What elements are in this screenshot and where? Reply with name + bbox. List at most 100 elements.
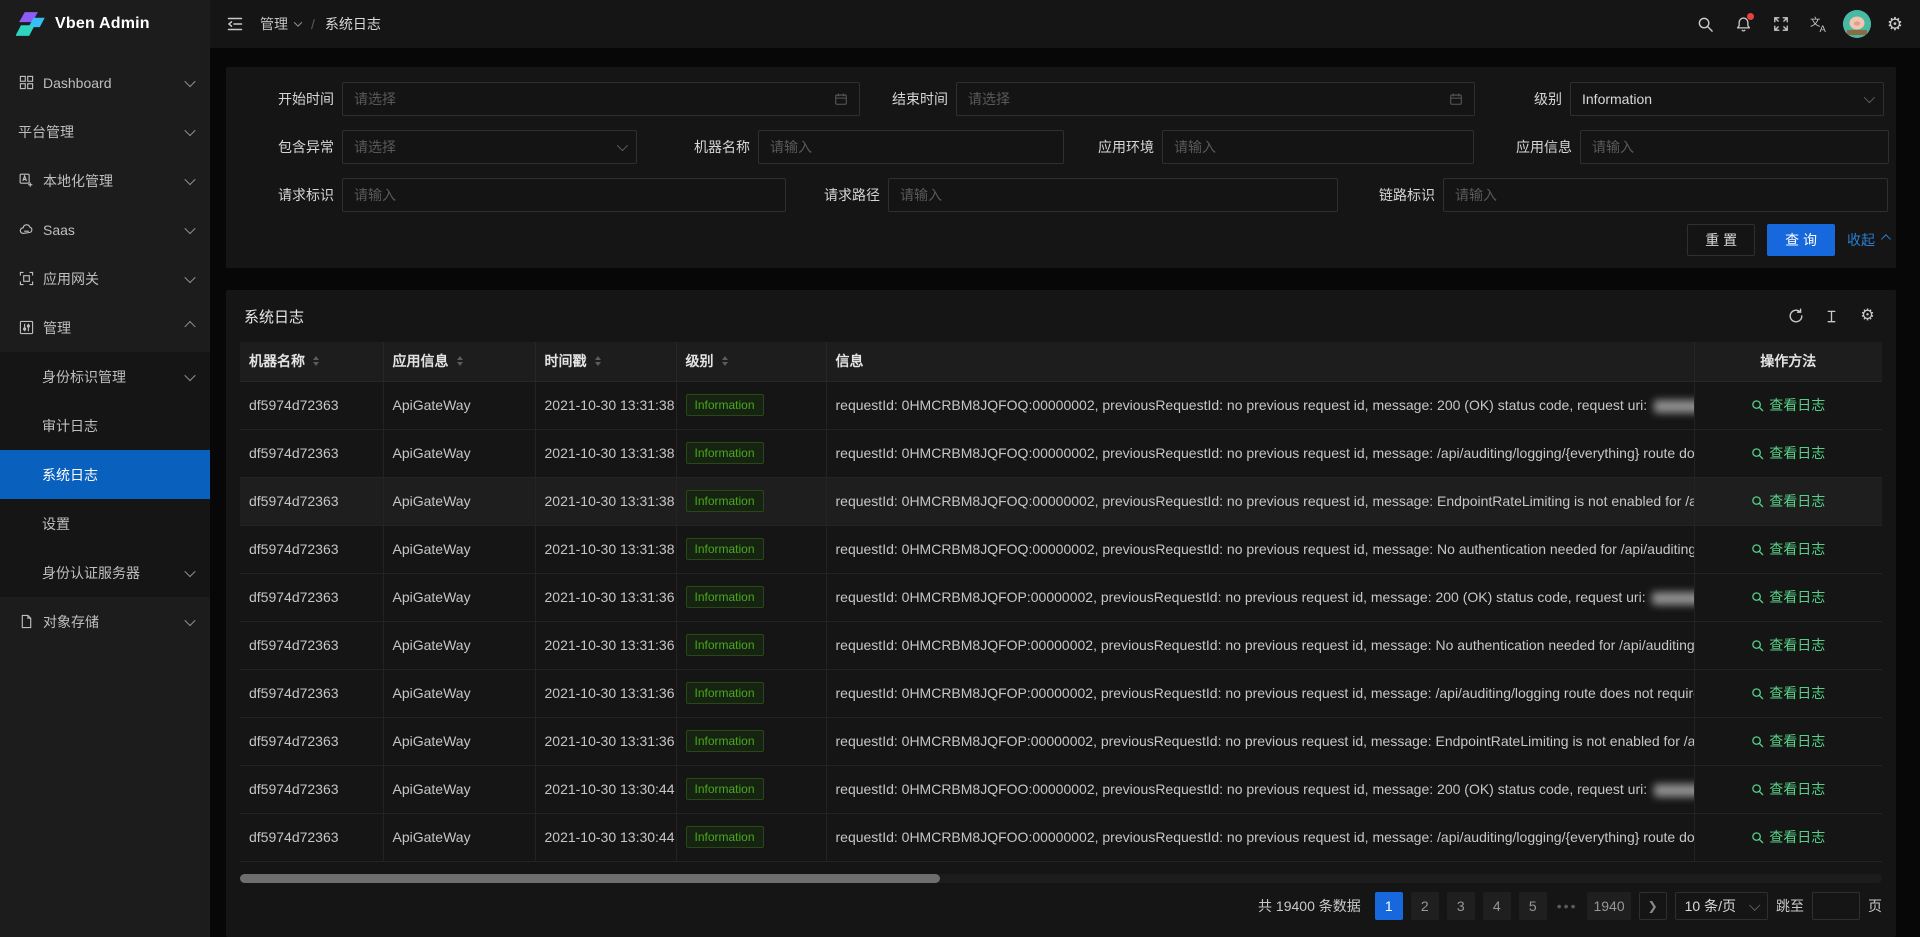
fullscreen-icon[interactable] bbox=[1762, 0, 1800, 48]
table-row: df5974d72363 ApiGateWay 2021-10-30 13:31… bbox=[240, 621, 1882, 669]
svg-text:A: A bbox=[1819, 24, 1826, 34]
trace-id-input[interactable]: 请输入 bbox=[1443, 178, 1888, 212]
refresh-icon[interactable] bbox=[1787, 308, 1804, 325]
view-log-link[interactable]: 查看日志 bbox=[1751, 731, 1825, 751]
collapse-link[interactable]: 收起 bbox=[1847, 230, 1888, 250]
sidebar: Vben Admin Dashboard 平台管理 本地化管理 Saas 应用网… bbox=[0, 0, 210, 937]
sidebar-item[interactable]: Saas bbox=[0, 205, 210, 254]
level-badge: Information bbox=[686, 538, 764, 560]
notification-bell-icon[interactable] bbox=[1724, 0, 1762, 48]
page-button[interactable]: 4 bbox=[1483, 892, 1511, 920]
column-settings-icon[interactable]: ⚙ bbox=[1859, 308, 1876, 325]
sidebar-item[interactable]: 身份标识管理 bbox=[0, 352, 210, 401]
message-cell: requestId: 0HMCRBM8JQFOO:00000002, previ… bbox=[826, 765, 1694, 813]
view-log-link[interactable]: 查看日志 bbox=[1751, 539, 1825, 559]
request-id-input[interactable]: 请输入 bbox=[342, 178, 786, 212]
column-header[interactable]: 时间戳 bbox=[535, 342, 676, 381]
start-time-input[interactable]: 请选择 bbox=[342, 82, 860, 116]
sidebar-item[interactable]: 应用网关 bbox=[0, 254, 210, 303]
app-env-input[interactable]: 请输入 bbox=[1162, 130, 1474, 164]
level-badge: Information bbox=[686, 490, 764, 512]
sidebar-item[interactable]: 平台管理 bbox=[0, 107, 210, 156]
sidebar-item[interactable]: 系统日志 bbox=[0, 450, 210, 499]
page-button[interactable]: 1 bbox=[1375, 892, 1403, 920]
sort-carets-icon[interactable] bbox=[313, 356, 319, 366]
sidebar-item[interactable]: 审计日志 bbox=[0, 401, 210, 450]
table-row: df5974d72363 ApiGateWay 2021-10-30 13:30… bbox=[240, 765, 1882, 813]
search-icon bbox=[1751, 399, 1764, 412]
sort-carets-icon[interactable] bbox=[722, 356, 728, 366]
user-avatar[interactable] bbox=[1838, 0, 1876, 48]
view-log-link[interactable]: 查看日志 bbox=[1751, 635, 1825, 655]
page-button[interactable]: 1940 bbox=[1587, 892, 1630, 920]
settings-gear-icon[interactable]: ⚙ bbox=[1876, 0, 1914, 48]
scrollbar-thumb[interactable] bbox=[240, 874, 940, 883]
view-log-link[interactable]: 查看日志 bbox=[1751, 683, 1825, 703]
breadcrumb-root[interactable]: 管理 bbox=[260, 14, 301, 34]
sidebar-item[interactable]: 管理 bbox=[0, 303, 210, 352]
view-log-link[interactable]: 查看日志 bbox=[1751, 395, 1825, 415]
timestamp-cell: 2021-10-30 13:30:44 bbox=[535, 813, 676, 861]
timestamp-cell: 2021-10-30 13:30:44 bbox=[535, 765, 676, 813]
page-button[interactable]: 3 bbox=[1447, 892, 1475, 920]
machine-name-cell: df5974d72363 bbox=[240, 573, 383, 621]
column-header[interactable]: 应用信息 bbox=[383, 342, 535, 381]
machine-name-input[interactable]: 请输入 bbox=[758, 130, 1064, 164]
chevron-up-icon bbox=[1881, 234, 1891, 244]
total-count: 共 19400 条数据 bbox=[1258, 896, 1361, 916]
sidebar-item[interactable]: 身份认证服务器 bbox=[0, 548, 210, 597]
jump-page-input[interactable] bbox=[1812, 892, 1860, 920]
sidebar-item[interactable]: 对象存储 bbox=[0, 597, 210, 646]
filter-field-start-time: 开始时间 请选择 bbox=[246, 82, 860, 116]
app-info-input[interactable]: 请输入 bbox=[1580, 130, 1889, 164]
page-button[interactable]: 2 bbox=[1411, 892, 1439, 920]
breadcrumb-separator: / bbox=[311, 16, 315, 32]
page-list: 12345 ••• 1940 bbox=[1375, 892, 1631, 920]
machine-name-cell: df5974d72363 bbox=[240, 765, 383, 813]
filter-field-end-time: 结束时间 请选择 bbox=[862, 82, 1475, 116]
has-exception-select[interactable]: 请选择 bbox=[342, 130, 637, 164]
vben-logo-icon bbox=[16, 9, 46, 39]
search-button[interactable]: 查 询 bbox=[1767, 224, 1835, 256]
chevron-down-icon bbox=[184, 565, 195, 576]
sidebar-item[interactable]: 设置 bbox=[0, 499, 210, 548]
level-cell: Information bbox=[676, 813, 826, 861]
app-info-cell: ApiGateWay bbox=[383, 477, 535, 525]
chevron-down-icon bbox=[184, 124, 195, 135]
sort-carets-icon[interactable] bbox=[457, 356, 463, 366]
page-ellipsis[interactable]: ••• bbox=[1555, 898, 1580, 914]
translate-icon[interactable]: 文 A bbox=[1800, 0, 1838, 48]
column-header[interactable]: 机器名称 bbox=[240, 342, 383, 381]
message-cell: requestId: 0HMCRBM8JQFOP:00000002, previ… bbox=[826, 621, 1694, 669]
page-size-select[interactable]: 10 条/页 bbox=[1675, 892, 1768, 920]
action-cell: 查看日志 bbox=[1694, 381, 1882, 429]
reset-button[interactable]: 重 置 bbox=[1687, 224, 1755, 256]
view-log-link[interactable]: 查看日志 bbox=[1751, 587, 1825, 607]
row-height-icon[interactable] bbox=[1823, 308, 1840, 325]
page-button[interactable]: 5 bbox=[1519, 892, 1547, 920]
menu-fold-icon[interactable] bbox=[224, 13, 246, 35]
level-badge: Information bbox=[686, 682, 764, 704]
view-log-link[interactable]: 查看日志 bbox=[1751, 443, 1825, 463]
column-header[interactable]: 级别 bbox=[676, 342, 826, 381]
field-label: 应用信息 bbox=[1490, 137, 1572, 157]
level-select[interactable]: Information bbox=[1570, 82, 1884, 116]
request-path-input[interactable]: 请输入 bbox=[888, 178, 1338, 212]
sidebar-item[interactable]: Dashboard bbox=[0, 58, 210, 107]
search-icon[interactable] bbox=[1686, 0, 1724, 48]
app-info-cell: ApiGateWay bbox=[383, 381, 535, 429]
level-badge: Information bbox=[686, 730, 764, 752]
view-log-link[interactable]: 查看日志 bbox=[1751, 827, 1825, 847]
view-log-link[interactable]: 查看日志 bbox=[1751, 491, 1825, 511]
view-log-link[interactable]: 查看日志 bbox=[1751, 779, 1825, 799]
app-info-cell: ApiGateWay bbox=[383, 669, 535, 717]
filter-field-request-id: 请求标识 请输入 bbox=[246, 178, 786, 212]
next-page-button[interactable]: ❯ bbox=[1639, 892, 1667, 920]
end-time-input[interactable]: 请选择 bbox=[956, 82, 1475, 116]
sidebar-item[interactable]: 本地化管理 bbox=[0, 156, 210, 205]
field-label: 结束时间 bbox=[862, 89, 948, 109]
filter-panel: 开始时间 请选择 结束时间 请选择 级别 Information bbox=[226, 67, 1896, 268]
app-logo[interactable]: Vben Admin bbox=[0, 0, 210, 48]
sort-carets-icon[interactable] bbox=[595, 356, 601, 366]
filter-field-machine-name: 机器名称 请输入 bbox=[666, 130, 1064, 164]
